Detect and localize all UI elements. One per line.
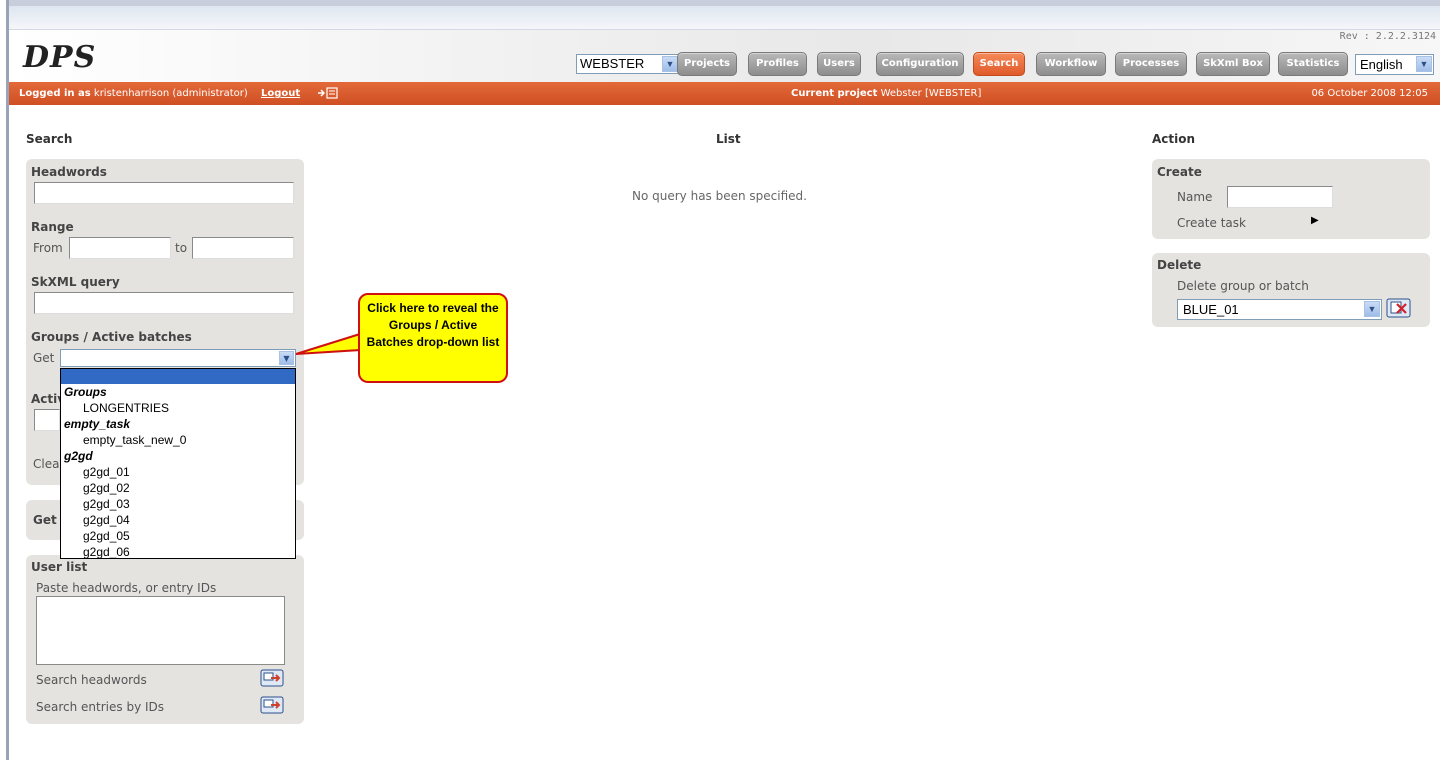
dropdown-item[interactable]: g2gd_03	[61, 496, 295, 512]
delete-icon[interactable]	[1386, 298, 1411, 318]
delete-label: Delete	[1157, 258, 1202, 272]
user-list-textarea[interactable]	[36, 596, 285, 665]
chevron-down-icon[interactable]: ▼	[662, 56, 678, 72]
dropdown-selected-empty[interactable]	[61, 369, 295, 384]
chevron-down-icon[interactable]: ▼	[279, 351, 294, 365]
current-project-value: Webster [WEBSTER]	[880, 88, 982, 99]
login-info: Logged in as kristenharrison (administra…	[19, 82, 339, 105]
instruction-callout: Click here to reveal the Groups / Active…	[358, 293, 508, 383]
logged-in-label: Logged in as	[19, 88, 91, 99]
search-column-title: Search	[26, 132, 73, 146]
delete-group-select[interactable]: BLUE_01 ▼	[1177, 299, 1382, 320]
app-header: DPS Rev : 2.2.2.3124 WEBSTER ▼ Projects …	[9, 30, 1440, 82]
clear-label-partial[interactable]: Clea	[33, 457, 59, 471]
nav-projects[interactable]: Projects	[677, 52, 737, 76]
range-to-input[interactable]	[192, 237, 294, 259]
user-name: kristenharrison (administrator)	[93, 88, 248, 99]
app-logo: DPS	[23, 40, 97, 75]
range-label: Range	[31, 220, 74, 234]
current-project-label: Current project	[791, 88, 878, 99]
dropdown-item[interactable]: g2gd_06	[61, 544, 295, 560]
search-ids-label: Search entries by IDs	[36, 700, 165, 714]
headwords-input[interactable]	[34, 182, 294, 204]
paste-hint: Paste headwords, or entry IDs	[36, 581, 217, 595]
nav-workflow[interactable]: Workflow	[1036, 52, 1106, 76]
chevron-down-icon[interactable]: ▼	[1364, 301, 1380, 317]
project-select-value: WEBSTER	[580, 56, 645, 71]
play-icon[interactable]: ▶	[1311, 215, 1319, 226]
create-task-label[interactable]: Create task	[1177, 216, 1246, 230]
dropdown-item[interactable]: g2gd_02	[61, 480, 295, 496]
datetime: 06 October 2008 12:05	[1311, 88, 1428, 99]
chevron-down-icon[interactable]: ▼	[1416, 56, 1432, 72]
get-panel-label: Get	[33, 513, 57, 527]
range-from-input[interactable]	[69, 237, 171, 259]
window-border	[6, 0, 9, 760]
dropdown-item[interactable]: LONGENTRIES	[61, 400, 295, 416]
nav-configuration[interactable]: Configuration	[876, 52, 964, 76]
project-select[interactable]: WEBSTER ▼	[576, 54, 680, 74]
dropdown-group-empty-task: empty_task	[64, 417, 131, 431]
logout-link[interactable]: Logout	[261, 88, 300, 99]
active-input[interactable]	[34, 409, 60, 431]
create-name-input[interactable]	[1227, 186, 1333, 208]
name-label: Name	[1177, 190, 1213, 204]
language-select-value: English	[1360, 57, 1403, 72]
language-select[interactable]: English ▼	[1355, 54, 1434, 75]
status-bar: Logged in as kristenharrison (administra…	[9, 82, 1440, 105]
groups-batches-label: Groups / Active batches	[31, 330, 192, 344]
revision-label: Rev : 2.2.2.3124	[1339, 31, 1436, 42]
list-column-title: List	[716, 132, 741, 146]
skxml-query-input[interactable]	[34, 292, 294, 314]
list-empty-message: No query has been specified.	[632, 189, 807, 203]
dropdown-item[interactable]: empty_task_new_0	[61, 432, 295, 448]
range-from-label: From	[33, 241, 63, 255]
nav-users[interactable]: Users	[817, 52, 861, 76]
nav-processes[interactable]: Processes	[1115, 52, 1187, 76]
groups-batches-select[interactable]: ▼	[60, 349, 296, 367]
user-list-label: User list	[31, 560, 88, 574]
dropdown-group-g2gd: g2gd	[64, 449, 93, 463]
exit-icon[interactable]	[317, 87, 339, 99]
dropdown-group-groups: Groups	[64, 385, 107, 399]
dropdown-item[interactable]: g2gd_04	[61, 512, 295, 528]
delete-hint: Delete group or batch	[1177, 279, 1309, 293]
search-headwords-icon[interactable]	[260, 669, 284, 687]
headwords-label: Headwords	[31, 165, 107, 179]
current-project-info: Current project Webster [WEBSTER]	[791, 82, 981, 105]
callout-pointer	[295, 332, 361, 355]
dropdown-item[interactable]: g2gd_01	[61, 464, 295, 480]
nav-search[interactable]: Search	[973, 52, 1025, 76]
nav-statistics[interactable]: Statistics	[1278, 52, 1348, 76]
top-band	[9, 6, 1440, 30]
dropdown-item[interactable]: g2gd_05	[61, 528, 295, 544]
search-ids-icon[interactable]	[260, 696, 284, 714]
get-label: Get	[33, 351, 55, 365]
nav-profiles[interactable]: Profiles	[748, 52, 807, 76]
create-label: Create	[1157, 165, 1202, 179]
search-headwords-label: Search headwords	[36, 673, 147, 687]
action-column-title: Action	[1152, 132, 1196, 146]
nav-skxml-box[interactable]: SkXml Box	[1196, 52, 1270, 76]
skxml-query-label: SkXML query	[31, 275, 120, 289]
delete-select-value: BLUE_01	[1183, 302, 1239, 317]
groups-batches-dropdown-list[interactable]: Groups LONGENTRIES empty_task empty_task…	[60, 368, 296, 559]
range-to-label: to	[175, 241, 188, 255]
